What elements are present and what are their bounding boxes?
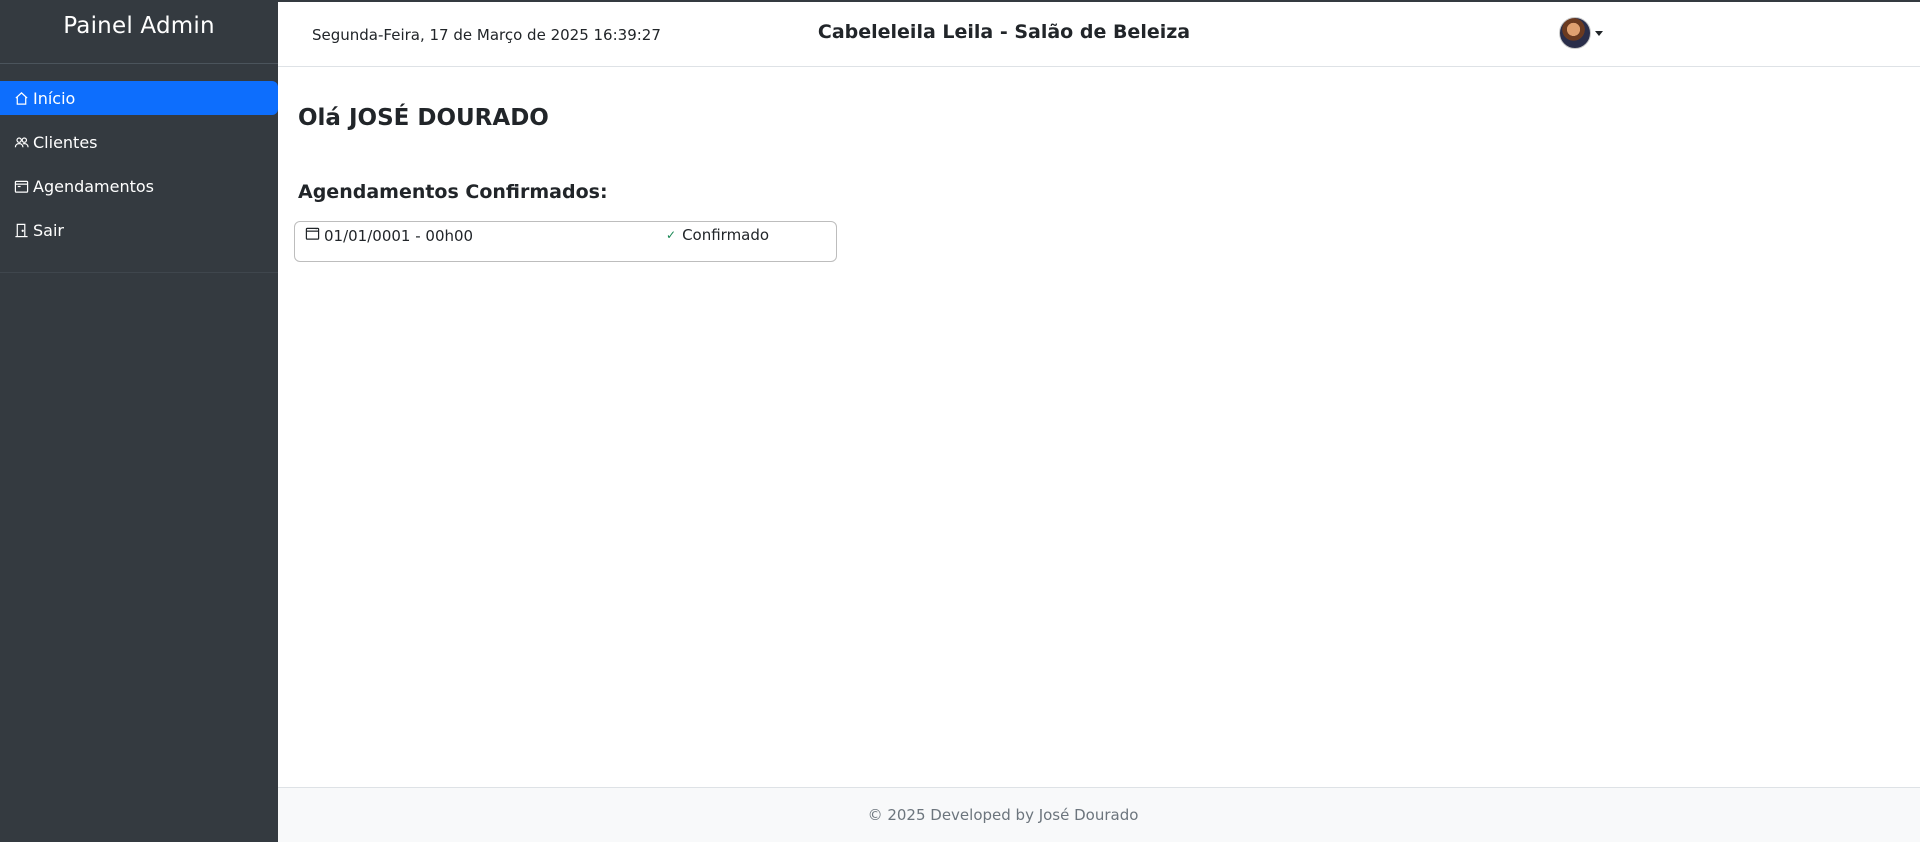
chevron-down-icon [1595, 30, 1603, 36]
user-menu-toggle[interactable] [1559, 17, 1603, 49]
users-icon [13, 134, 29, 150]
sidebar-item-inicio[interactable]: Início [0, 81, 278, 115]
top-header: Segunda-Feira, 17 de Março de 2025 16:39… [278, 0, 1920, 67]
main-content: Olá JOSÉ DOURADO Agendamentos Confirmado… [278, 67, 1920, 787]
sidebar-item-label: Sair [33, 220, 64, 240]
appointment-datetime: 01/01/0001 - 00h00 [305, 226, 473, 245]
sidebar-item-label: Início [33, 88, 76, 108]
appointment-card[interactable]: 01/01/0001 - 00h00 ✓ Confirmado [294, 221, 837, 262]
section-title: Agendamentos Confirmados: [298, 181, 608, 203]
home-icon [13, 90, 29, 106]
calendar-icon [13, 178, 29, 194]
sidebar-item-sair[interactable]: Sair [0, 213, 278, 247]
sidebar-item-label: Clientes [33, 132, 98, 152]
page-greeting: Olá JOSÉ DOURADO [298, 105, 549, 131]
sidebar-brand[interactable]: Painel Admin [0, 0, 278, 64]
footer: © 2025 Developed by José Dourado [278, 787, 1920, 842]
sidebar-item-label: Agendamentos [33, 176, 155, 196]
door-exit-icon [13, 222, 29, 238]
footer-text: © 2025 Developed by José Dourado [867, 806, 1139, 824]
app-root: Painel Admin Início Clientes Agendamento… [0, 0, 1920, 842]
sidebar-item-agendamentos[interactable]: Agendamentos [0, 169, 278, 203]
avatar[interactable] [1559, 17, 1591, 49]
status-badge: Confirmado [682, 226, 770, 244]
site-title: Cabeleleila Leila - Salão de Beleiza [817, 21, 1191, 43]
sidebar-item-clientes[interactable]: Clientes [0, 125, 278, 159]
sidebar: Painel Admin Início Clientes Agendamento… [0, 0, 278, 842]
appointment-status: ✓ Confirmado [666, 226, 769, 244]
check-icon: ✓ [666, 228, 677, 242]
sidebar-nav: Início Clientes Agendamentos Sair [0, 64, 278, 273]
site-title-wrapper: Cabeleleila Leila - Salão de Beleiza [278, 21, 1920, 43]
calendar-icon [305, 226, 320, 245]
appointment-datetime-text: 01/01/0001 - 00h00 [324, 226, 474, 245]
